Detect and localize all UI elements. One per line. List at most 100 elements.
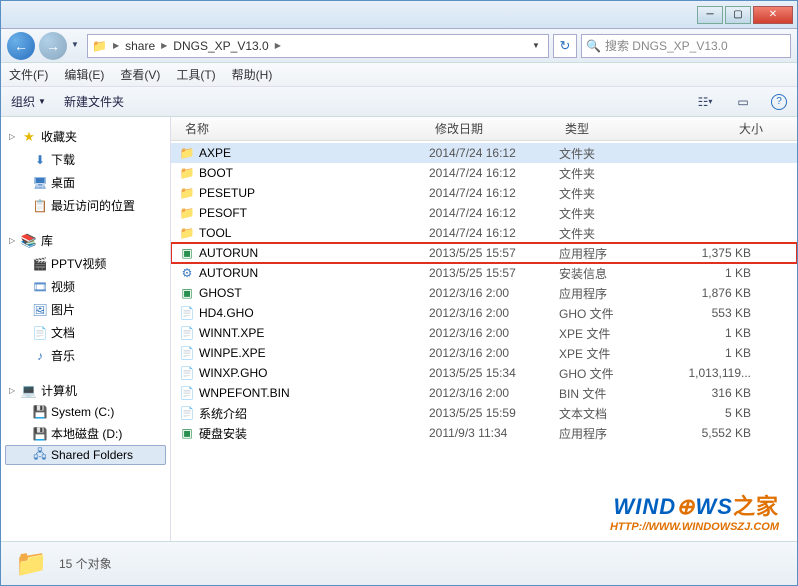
file-row[interactable]: 📄HD4.GHO2012/3/16 2:00GHO 文件553 KB [171,303,797,323]
refresh-button[interactable]: ↻ [553,34,577,58]
folder-icon: 📁 [179,225,195,241]
maximize-button[interactable]: ▢ [725,6,751,24]
preview-pane-button[interactable]: ▭ [733,92,753,112]
sidebar-item-desktop[interactable]: 🖥桌面 [5,171,166,194]
file-row[interactable]: 📄WINNT.XPE2012/3/16 2:00XPE 文件1 KB [171,323,797,343]
file-icon: 📄 [179,365,195,381]
menu-view[interactable]: 查看(V) [120,66,160,83]
file-row[interactable]: ▣AUTORUN2013/5/25 15:57应用程序1,375 KB [171,243,797,263]
col-name[interactable]: 名称 [179,120,429,137]
file-row[interactable]: 📄WNPEFONT.BIN2012/3/16 2:00BIN 文件316 KB [171,383,797,403]
file-type: 文件夹 [559,225,669,242]
file-icon: 📄 [179,405,195,421]
menu-help[interactable]: 帮助(H) [232,66,273,83]
file-row[interactable]: 📄系统介绍2013/5/25 15:59文本文档5 KB [171,403,797,423]
computer-head[interactable]: ▷💻计算机 [5,379,166,402]
minimize-button[interactable]: ─ [697,6,723,24]
file-type: 应用程序 [559,245,669,262]
file-type: 应用程序 [559,425,669,442]
file-name: WINPE.XPE [199,346,266,360]
col-size[interactable]: 大小 [669,120,769,137]
file-type: BIN 文件 [559,385,669,402]
sidebar-item-documents[interactable]: 📄文档 [5,321,166,344]
file-size: 1,375 KB [669,246,769,260]
sidebar-item-shared-folders[interactable]: 🖧Shared Folders [5,445,166,465]
file-name: 硬盘安装 [199,425,247,442]
file-name: 系统介绍 [199,405,247,422]
computer-label: 计算机 [41,382,77,399]
search-input[interactable]: 🔍 搜索 DNGS_XP_V13.0 [581,34,791,58]
file-size: 316 KB [669,386,769,400]
file-row[interactable]: 📄WINXP.GHO2013/5/25 15:34GHO 文件1,013,119… [171,363,797,383]
file-row[interactable]: 📁TOOL2014/7/24 16:12文件夹 [171,223,797,243]
file-row[interactable]: ⚙AUTORUN2013/5/25 15:57安装信息1 KB [171,263,797,283]
sidebar-item-music[interactable]: ♪音乐 [5,344,166,367]
address-drop[interactable]: ▼ [528,41,544,50]
breadcrumb-current[interactable]: DNGS_XP_V13.0 [173,39,268,53]
view-mode-button[interactable]: ☷ ▾ [695,92,715,112]
file-date: 2012/3/16 2:00 [429,386,559,400]
nav-history-drop[interactable]: ▼ [71,40,83,52]
sidebar: ▷★收藏夹 ⬇下载 🖥桌面 📋最近访问的位置 ▷📚库 🎬PPTV视频 🎞视频 🖼… [1,117,171,541]
explorer-window: ─ ▢ ✕ ← → ▼ 📁 ▶ share ▶ DNGS_XP_V13.0 ▶ … [0,0,798,586]
sidebar-item-drive-c[interactable]: 💾System (C:) [5,402,166,422]
file-name: AUTORUN [199,246,258,260]
folder-icon: 📁 [179,145,195,161]
file-date: 2012/3/16 2:00 [429,326,559,340]
close-button[interactable]: ✕ [753,6,793,24]
col-type[interactable]: 类型 [559,120,669,137]
file-date: 2013/5/25 15:34 [429,366,559,380]
file-size: 1,876 KB [669,286,769,300]
file-date: 2012/3/16 2:00 [429,346,559,360]
menu-file[interactable]: 文件(F) [9,66,48,83]
folder-icon: 📁 [179,165,195,181]
file-icon: 📄 [179,305,195,321]
file-icon: 📄 [179,325,195,341]
file-row[interactable]: 📄WINPE.XPE2012/3/16 2:00XPE 文件1 KB [171,343,797,363]
forward-button[interactable]: → [39,32,67,60]
file-name: HD4.GHO [199,306,254,320]
breadcrumb-share[interactable]: share [125,39,155,53]
file-name: WINNT.XPE [199,326,264,340]
exe-icon: ▣ [179,245,195,261]
file-row[interactable]: 📁AXPE2014/7/24 16:12文件夹 [171,143,797,163]
sidebar-item-recent[interactable]: 📋最近访问的位置 [5,194,166,217]
favorites-head[interactable]: ▷★收藏夹 [5,125,166,148]
file-row[interactable]: ▣硬盘安装2011/9/3 11:34应用程序5,552 KB [171,423,797,443]
organize-button[interactable]: 组织 ▼ [11,93,46,110]
file-date: 2014/7/24 16:12 [429,186,559,200]
address-bar[interactable]: 📁 ▶ share ▶ DNGS_XP_V13.0 ▶ ▼ [87,34,549,58]
file-name: GHOST [199,286,242,300]
file-name: BOOT [199,166,233,180]
file-size: 1 KB [669,266,769,280]
file-row[interactable]: 📁BOOT2014/7/24 16:12文件夹 [171,163,797,183]
nav-computer: ▷💻计算机 💾System (C:) 💾本地磁盘 (D:) 🖧Shared Fo… [5,379,166,465]
back-button[interactable]: ← [7,32,35,60]
libraries-head[interactable]: ▷📚库 [5,229,166,252]
menu-tool[interactable]: 工具(T) [176,66,215,83]
file-date: 2013/5/25 15:57 [429,266,559,280]
sidebar-item-pictures[interactable]: 🖼图片 [5,298,166,321]
search-placeholder: 搜索 DNGS_XP_V13.0 [605,37,728,54]
sidebar-item-pptv[interactable]: 🎬PPTV视频 [5,252,166,275]
menu-edit[interactable]: 编辑(E) [64,66,104,83]
column-headers: 名称 修改日期 类型 大小 [171,117,797,141]
file-row[interactable]: 📁PESOFT2014/7/24 16:12文件夹 [171,203,797,223]
col-date[interactable]: 修改日期 [429,120,559,137]
folder-icon: 📁 [15,548,47,580]
content-pane: 名称 修改日期 类型 大小 📁AXPE2014/7/24 16:12文件夹📁BO… [171,117,797,541]
sidebar-item-drive-d[interactable]: 💾本地磁盘 (D:) [5,422,166,445]
file-type: XPE 文件 [559,345,669,362]
file-type: 文件夹 [559,185,669,202]
file-name: TOOL [199,226,231,240]
help-icon[interactable]: ? [771,94,787,110]
file-row[interactable]: 📁PESETUP2014/7/24 16:12文件夹 [171,183,797,203]
file-name: WNPEFONT.BIN [199,386,290,400]
new-folder-button[interactable]: 新建文件夹 [64,93,124,110]
sidebar-item-downloads[interactable]: ⬇下载 [5,148,166,171]
file-name: WINXP.GHO [199,366,267,380]
file-row[interactable]: ▣GHOST2012/3/16 2:00应用程序1,876 KB [171,283,797,303]
file-type: XPE 文件 [559,325,669,342]
folder-icon: 📁 [92,39,107,53]
sidebar-item-videos[interactable]: 🎞视频 [5,275,166,298]
